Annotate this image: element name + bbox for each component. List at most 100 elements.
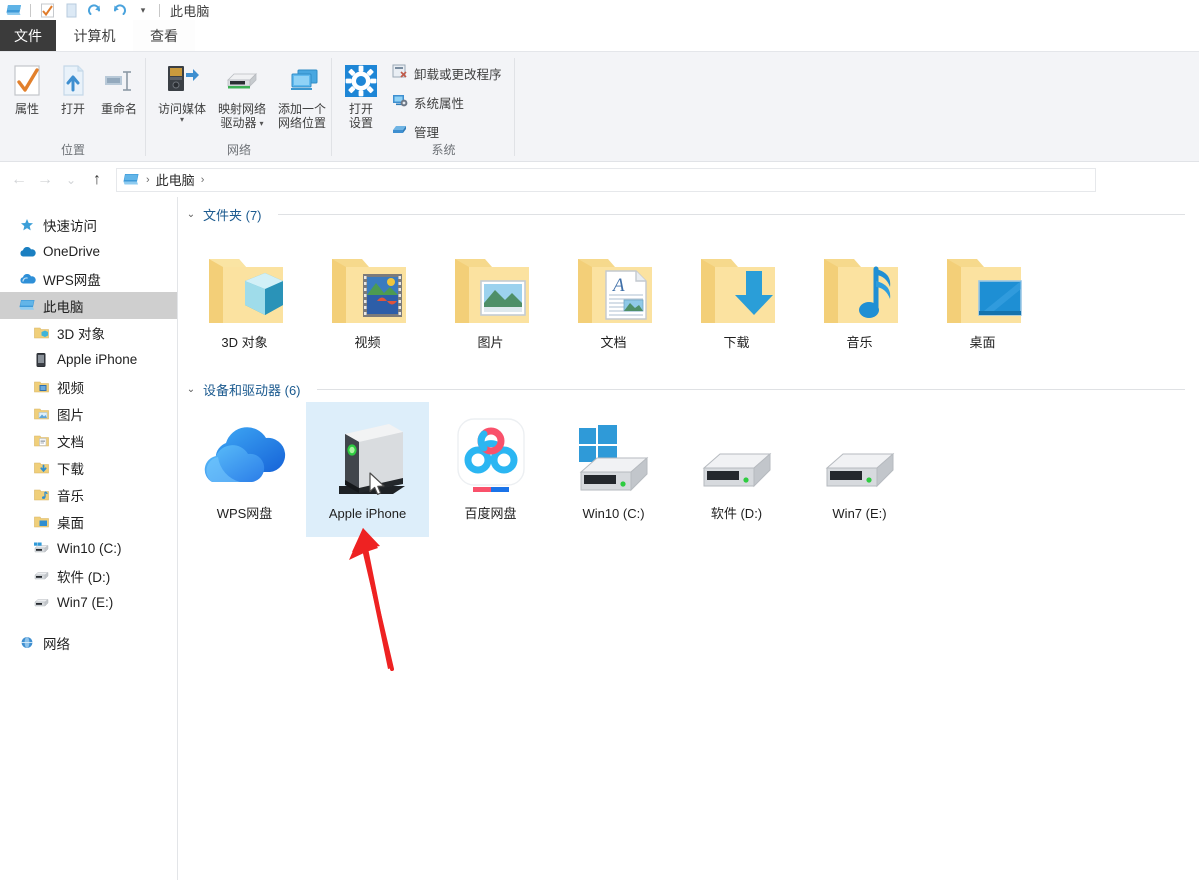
- sidebar-item-win7-e[interactable]: Win7 (E:): [0, 589, 177, 616]
- chevron-down-icon[interactable]: ⌄: [185, 384, 197, 395]
- settings-gear-icon: [343, 60, 379, 102]
- sidebar-item-network-label: 网络: [43, 636, 70, 652]
- item-win10-c[interactable]: Win10 (C:): [552, 402, 675, 537]
- drive-icon: [811, 411, 909, 506]
- sidebar-item-desktop[interactable]: 桌面: [0, 508, 177, 535]
- ribbon-button-access-media[interactable]: 访问媒体 ▾: [152, 52, 212, 124]
- sidebar-item-3d-objects-label: 3D 对象: [57, 326, 106, 342]
- qat-this-pc-icon[interactable]: [2, 0, 26, 20]
- ribbon-button-add-network-location[interactable]: 添加一个 网络位置: [272, 52, 332, 130]
- sidebar-item-network[interactable]: 网络: [0, 629, 177, 656]
- item-win7-e-label: Win7 (E:): [832, 506, 887, 521]
- map-drive-dropdown-chevron-icon[interactable]: ▾: [260, 119, 264, 128]
- item-wps-drive[interactable]: WPS网盘: [183, 402, 306, 537]
- map-network-drive-icon: [222, 60, 262, 102]
- item-baidu-drive[interactable]: 百度网盘: [429, 402, 552, 537]
- sidebar-item-win10-c[interactable]: Win10 (C:): [0, 535, 177, 562]
- item-apple-iphone[interactable]: Apple iPhone: [306, 402, 429, 537]
- forward-arrow-icon[interactable]: →: [32, 167, 58, 193]
- folder-video-icon: [322, 240, 414, 335]
- ribbon-button-rename[interactable]: 重命名: [96, 52, 142, 116]
- ribbon-button-rename-label: 重命名: [100, 102, 137, 116]
- item-3d-objects[interactable]: 3D 对象: [183, 231, 306, 366]
- item-downloads[interactable]: 下载: [675, 231, 798, 366]
- sidebar-item-quick-access[interactable]: 快速访问: [0, 211, 177, 238]
- item-documents[interactable]: A 文档: [552, 231, 675, 366]
- navigation-pane[interactable]: 快速访问 OneDrive WPS网盘 此电脑 3D 对象 Apple iPho…: [0, 197, 178, 880]
- item-music-label: 音乐: [846, 335, 873, 350]
- this-pc-icon: [18, 299, 36, 312]
- item-desktop[interactable]: 桌面: [921, 231, 1044, 366]
- item-pictures[interactable]: 图片: [429, 231, 552, 366]
- sidebar-item-apple-iphone[interactable]: Apple iPhone: [0, 346, 177, 373]
- sidebar-item-downloads[interactable]: 下载: [0, 454, 177, 481]
- item-software-d[interactable]: 软件 (D:): [675, 402, 798, 537]
- sidebar-item-onedrive[interactable]: OneDrive: [0, 238, 177, 265]
- recent-locations-chevron-icon[interactable]: ⌄: [58, 167, 84, 193]
- sidebar-item-this-pc[interactable]: 此电脑: [0, 292, 177, 319]
- drive-icon: [32, 597, 50, 608]
- ribbon-button-open[interactable]: 打开: [50, 52, 96, 116]
- back-arrow-icon[interactable]: ←: [6, 167, 32, 193]
- qat-redo-icon[interactable]: [83, 0, 107, 20]
- ribbon-button-manage[interactable]: 管理: [392, 120, 502, 143]
- folder-3d-icon: [199, 240, 291, 335]
- folder-picture-icon: [445, 240, 537, 335]
- mouse-pointer: [369, 472, 389, 498]
- folder-document-icon: A: [568, 240, 660, 335]
- ribbon-group-system: 打开 设置 卸载或更改程序 系统属性 管理 系统: [332, 52, 515, 162]
- qat-new-folder-icon[interactable]: [59, 0, 83, 20]
- ribbon-button-uninstall-program[interactable]: 卸载或更改程序: [392, 62, 502, 85]
- sidebar-item-documents[interactable]: 文档: [0, 427, 177, 454]
- sidebar-item-wps-drive[interactable]: WPS网盘: [0, 265, 177, 292]
- file-list-view[interactable]: ⌄ 文件夹 (7) 3D 对象 视频 图片 A 文档 下载 音乐 桌面 ⌄ 设备…: [179, 197, 1199, 880]
- item-videos[interactable]: 视频: [306, 231, 429, 366]
- ribbon-button-add-network-location-label: 添加一个: [277, 102, 326, 116]
- section-header-devices[interactable]: ⌄ 设备和驱动器 (6): [185, 378, 1199, 400]
- system-drive-icon: [32, 542, 50, 555]
- folder-document-icon: [32, 434, 50, 447]
- breadcrumb-this-pc[interactable]: 此电脑: [156, 170, 195, 189]
- tab-computer[interactable]: 计算机: [56, 20, 133, 51]
- rename-icon: [102, 60, 136, 102]
- address-input[interactable]: › 此电脑 ›: [116, 167, 1096, 192]
- chevron-down-icon[interactable]: ⌄: [185, 209, 197, 220]
- add-network-location-icon: [282, 60, 322, 102]
- item-baidu-drive-label: 百度网盘: [464, 506, 517, 521]
- sidebar-item-videos[interactable]: 视频: [0, 373, 177, 400]
- section-folders-title: 文件夹 (7): [203, 207, 262, 223]
- sidebar-item-pictures[interactable]: 图片: [0, 400, 177, 427]
- access-media-dropdown-chevron-icon[interactable]: ▾: [180, 116, 184, 124]
- sidebar-item-software-d[interactable]: 软件 (D:): [0, 562, 177, 589]
- breadcrumb-separator-1[interactable]: ›: [199, 174, 207, 186]
- sidebar-item-this-pc-label: 此电脑: [43, 299, 84, 315]
- sidebar-item-3d-objects[interactable]: 3D 对象: [0, 319, 177, 346]
- item-music[interactable]: 音乐: [798, 231, 921, 366]
- sidebar-item-pictures-label: 图片: [57, 407, 84, 423]
- section-divider: [316, 388, 1185, 390]
- tab-view[interactable]: 查看: [133, 20, 195, 51]
- item-downloads-label: 下载: [723, 335, 750, 350]
- qat-undo-icon[interactable]: [107, 0, 131, 20]
- tab-file[interactable]: 文件: [0, 20, 56, 51]
- ribbon-button-system-properties[interactable]: 系统属性: [392, 91, 502, 114]
- ribbon-button-open-label: 打开: [60, 102, 85, 116]
- sidebar-item-desktop-label: 桌面: [57, 515, 84, 531]
- item-pictures-label: 图片: [477, 335, 504, 350]
- ribbon-button-open-settings[interactable]: 打开 设置: [340, 52, 382, 130]
- ribbon-group-network: 访问媒体 ▾ 映射网络 驱动器 ▾ 添加一个 网络位置 网络: [146, 52, 332, 162]
- folder-download-icon: [691, 240, 783, 335]
- ribbon-group-separator-3: [514, 58, 515, 156]
- up-arrow-icon[interactable]: ↑: [84, 167, 110, 193]
- qat-properties-icon[interactable]: [35, 0, 59, 20]
- sidebar-item-music[interactable]: 音乐: [0, 481, 177, 508]
- item-win7-e[interactable]: Win7 (E:): [798, 402, 921, 537]
- qat-customize-chevron-icon[interactable]: ▾: [131, 0, 155, 20]
- system-drive-icon: [565, 411, 663, 506]
- section-header-folders[interactable]: ⌄ 文件夹 (7): [185, 203, 1199, 225]
- drive-icon: [688, 411, 786, 506]
- ribbon-group-location: 属性 打开 重命名 位置: [0, 52, 146, 162]
- ribbon-button-map-network-drive[interactable]: 映射网络 驱动器 ▾: [212, 52, 272, 130]
- item-software-d-label: 软件 (D:): [710, 506, 763, 521]
- ribbon-button-properties[interactable]: 属性: [4, 52, 50, 116]
